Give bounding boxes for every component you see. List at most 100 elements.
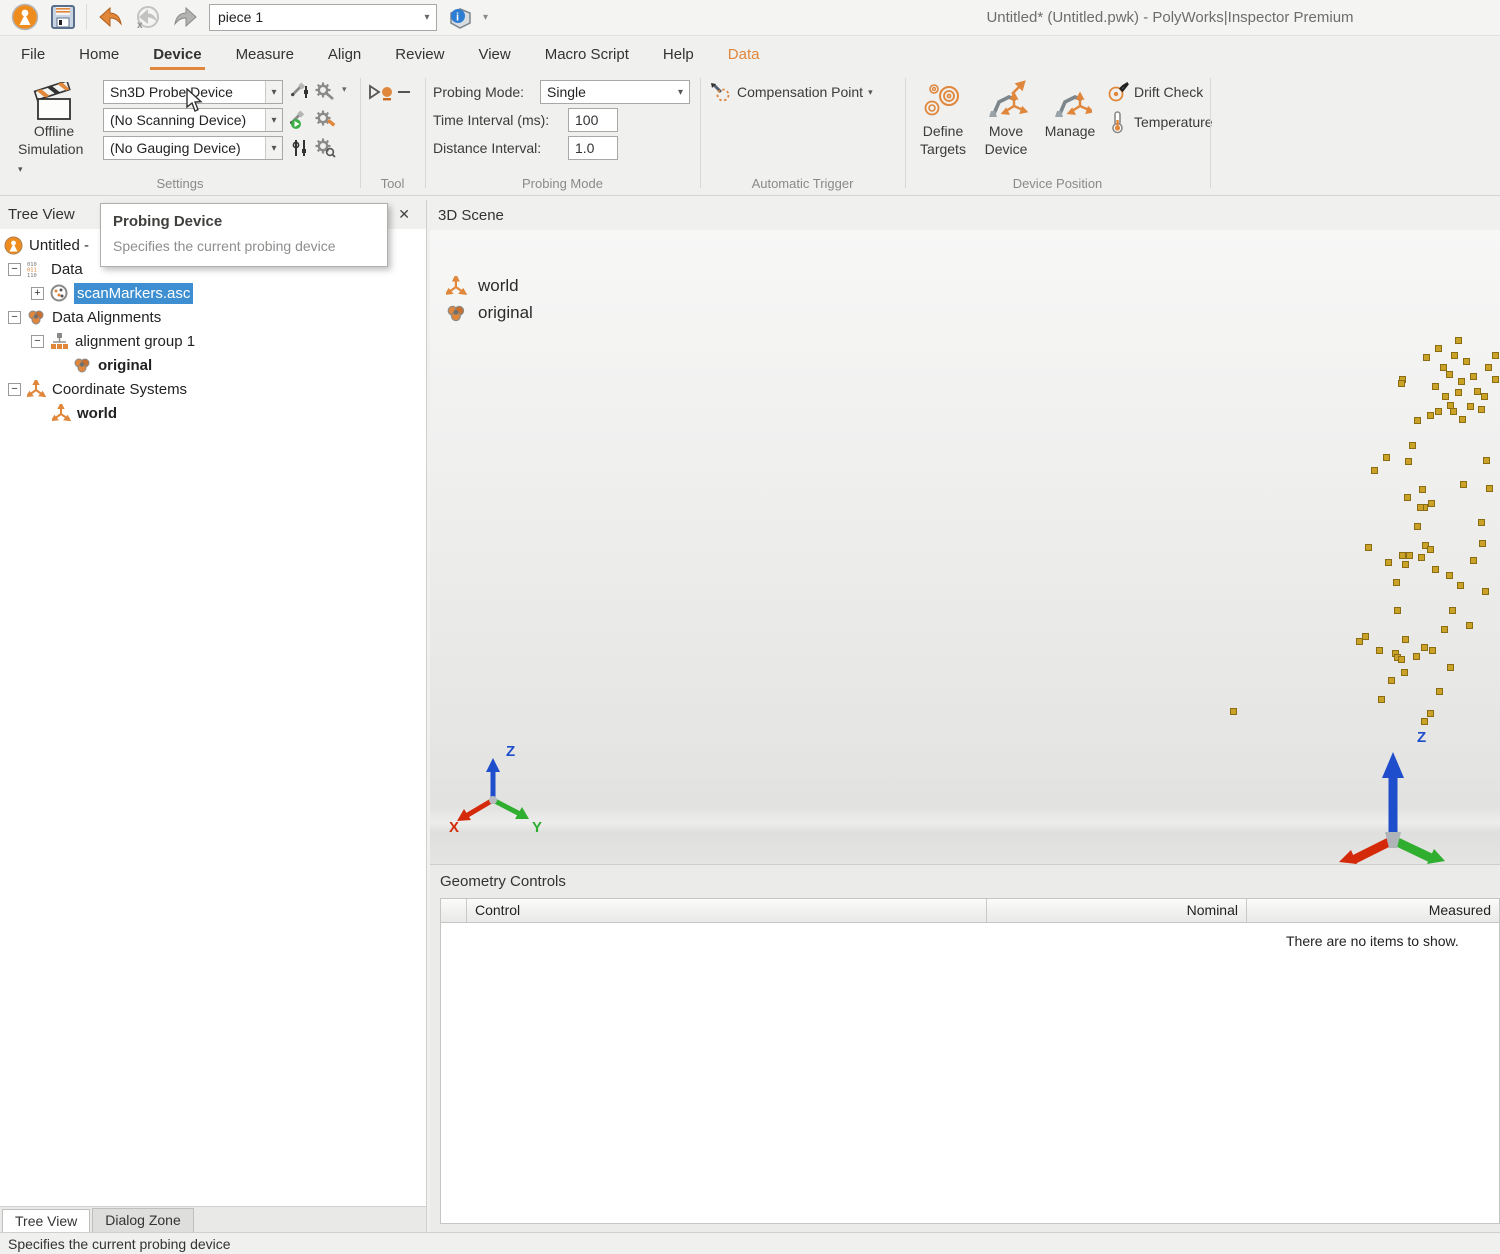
tree-item-data-alignments[interactable]: − Data Alignments	[0, 305, 426, 329]
collapse-icon[interactable]: −	[31, 335, 44, 348]
drift-check-label: Drift Check	[1134, 84, 1203, 100]
scan-point	[1448, 665, 1453, 670]
menu-measure[interactable]: Measure	[219, 38, 311, 71]
tab-dialog-zone[interactable]: Dialog Zone	[92, 1208, 194, 1232]
define-targets-label-1: Define	[923, 122, 963, 140]
scan-point	[1458, 583, 1463, 588]
distance-interval-input[interactable]: 1.0	[568, 136, 618, 160]
drift-check-button[interactable]: Drift Check	[1107, 82, 1203, 102]
column-nominal[interactable]: Nominal	[987, 899, 1247, 922]
axis-triad-large: Z	[1335, 728, 1465, 864]
scan-point	[1447, 372, 1452, 377]
scan-point	[1415, 418, 1420, 423]
scene-header: 3D Scene	[430, 200, 1500, 230]
gauge-adjust-button[interactable]	[288, 136, 312, 160]
collapse-icon[interactable]: −	[8, 263, 21, 276]
scan-point	[1422, 719, 1427, 724]
scan-point	[1493, 377, 1498, 382]
tree-item-alignment-group[interactable]: − alignment group 1	[0, 329, 426, 353]
scene-title: 3D Scene	[438, 207, 504, 224]
scan-point	[1400, 553, 1405, 558]
tree-item-world[interactable]: world	[0, 401, 426, 425]
probe-settings-gear-button[interactable]	[314, 80, 338, 104]
tab-tree-view[interactable]: Tree View	[2, 1209, 90, 1233]
menu-file[interactable]: File	[4, 38, 62, 71]
expand-icon[interactable]: +	[31, 287, 44, 300]
scene-label-text: world	[478, 276, 519, 296]
tree-item-label: world	[77, 405, 117, 422]
point-cloud-icon	[50, 284, 68, 302]
probing-mode-label: Probing Mode:	[433, 84, 524, 100]
table-body: There are no items to show.	[441, 923, 1499, 1223]
scan-point	[1428, 413, 1433, 418]
column-measured[interactable]: Measured	[1247, 899, 1499, 922]
polyworks-logo-icon[interactable]	[10, 2, 40, 32]
scan-point	[1447, 573, 1452, 578]
save-icon[interactable]	[48, 2, 78, 32]
scan-point	[1363, 634, 1368, 639]
compensation-point-button[interactable]: Compensation Point ▾	[710, 82, 873, 102]
menu-macro-script[interactable]: Macro Script	[528, 38, 646, 71]
probing-mode-dropdown[interactable]: Single ▾	[540, 80, 690, 104]
undo-icon[interactable]	[95, 2, 125, 32]
menu-view[interactable]: View	[461, 38, 527, 71]
undo-all-icon[interactable]: x	[133, 2, 163, 32]
offline-simulation-button[interactable]: Offline Simulation ▾	[18, 82, 90, 178]
scene-label-world[interactable]: world	[446, 276, 519, 296]
chevron-down-icon: ▾	[18, 164, 23, 174]
gauging-device-dropdown[interactable]: (No Gauging Device) ▾	[103, 136, 283, 160]
offline-simulation-label-2: Simulation ▾	[18, 140, 90, 178]
menu-review[interactable]: Review	[378, 38, 461, 71]
tree-item-coordinate-systems[interactable]: − Coordinate Systems	[0, 377, 426, 401]
svg-text:110: 110	[27, 273, 37, 277]
settings-more-caret[interactable]: ▾	[342, 84, 347, 95]
menu-help[interactable]: Help	[646, 38, 711, 71]
scan-point	[1461, 482, 1466, 487]
collapse-icon[interactable]: −	[8, 311, 21, 324]
collapse-icon[interactable]: −	[8, 383, 21, 396]
ribbon: Offline Simulation ▾ Sn3D Probe Device ▾…	[0, 72, 1500, 196]
scan-point	[1366, 545, 1371, 550]
chevron-down-icon[interactable]: ▾	[418, 12, 436, 23]
menu-data[interactable]: Data	[711, 38, 777, 71]
manage-device-button[interactable]: Manage	[1039, 80, 1101, 140]
scene-viewport[interactable]: world original Z X Y Z	[430, 230, 1500, 864]
toolbar-overflow-caret[interactable]: ▾	[483, 12, 488, 23]
scan-point	[1429, 501, 1434, 506]
tree-view-title: Tree View	[8, 206, 75, 223]
device-position-group: Define Targets Move Device Manage Drift …	[905, 72, 1210, 194]
probe-properties-button[interactable]	[288, 80, 312, 104]
scan-settings-gear-button[interactable]	[314, 108, 338, 132]
tree-item-original[interactable]: original	[0, 353, 426, 377]
scan-start-button[interactable]	[288, 108, 312, 132]
scan-point	[1479, 520, 1484, 525]
menu-home[interactable]: Home	[62, 38, 136, 71]
column-selector[interactable]	[441, 899, 467, 922]
geometry-controls-panel: Geometry Controls Control Nominal Measur…	[430, 864, 1500, 1232]
menu-device[interactable]: Device	[136, 38, 218, 71]
menu-align[interactable]: Align	[311, 38, 378, 71]
svg-text:x: x	[137, 20, 143, 30]
temperature-button[interactable]: Temperature	[1107, 110, 1213, 134]
redo-icon[interactable]	[171, 2, 201, 32]
scene-label-original[interactable]: original	[446, 303, 533, 323]
time-interval-input[interactable]: 100	[568, 108, 618, 132]
scan-point	[1442, 627, 1447, 632]
table-header-row: Control Nominal Measured	[441, 899, 1499, 923]
scan-point	[1437, 689, 1442, 694]
scan-point	[1418, 505, 1423, 510]
temperature-label: Temperature	[1134, 114, 1213, 130]
move-device-label-1: Move	[989, 122, 1023, 140]
move-device-button[interactable]: Move Device	[977, 80, 1035, 158]
tool-button[interactable]	[368, 80, 414, 104]
piece-selector[interactable]: piece 1 ▾	[209, 4, 437, 31]
panel-close-icon[interactable]: ✕	[390, 206, 418, 223]
tree-item-scanmarkers[interactable]: + scanMarkers.asc	[0, 281, 426, 305]
define-targets-button[interactable]: Define Targets	[913, 80, 973, 158]
world-axes-icon	[52, 404, 71, 422]
report-info-icon[interactable]: i	[445, 2, 475, 32]
scan-point	[1451, 409, 1456, 414]
column-control[interactable]: Control	[467, 899, 987, 922]
gauge-settings-gear-button[interactable]	[314, 136, 338, 160]
scan-point	[1424, 355, 1429, 360]
